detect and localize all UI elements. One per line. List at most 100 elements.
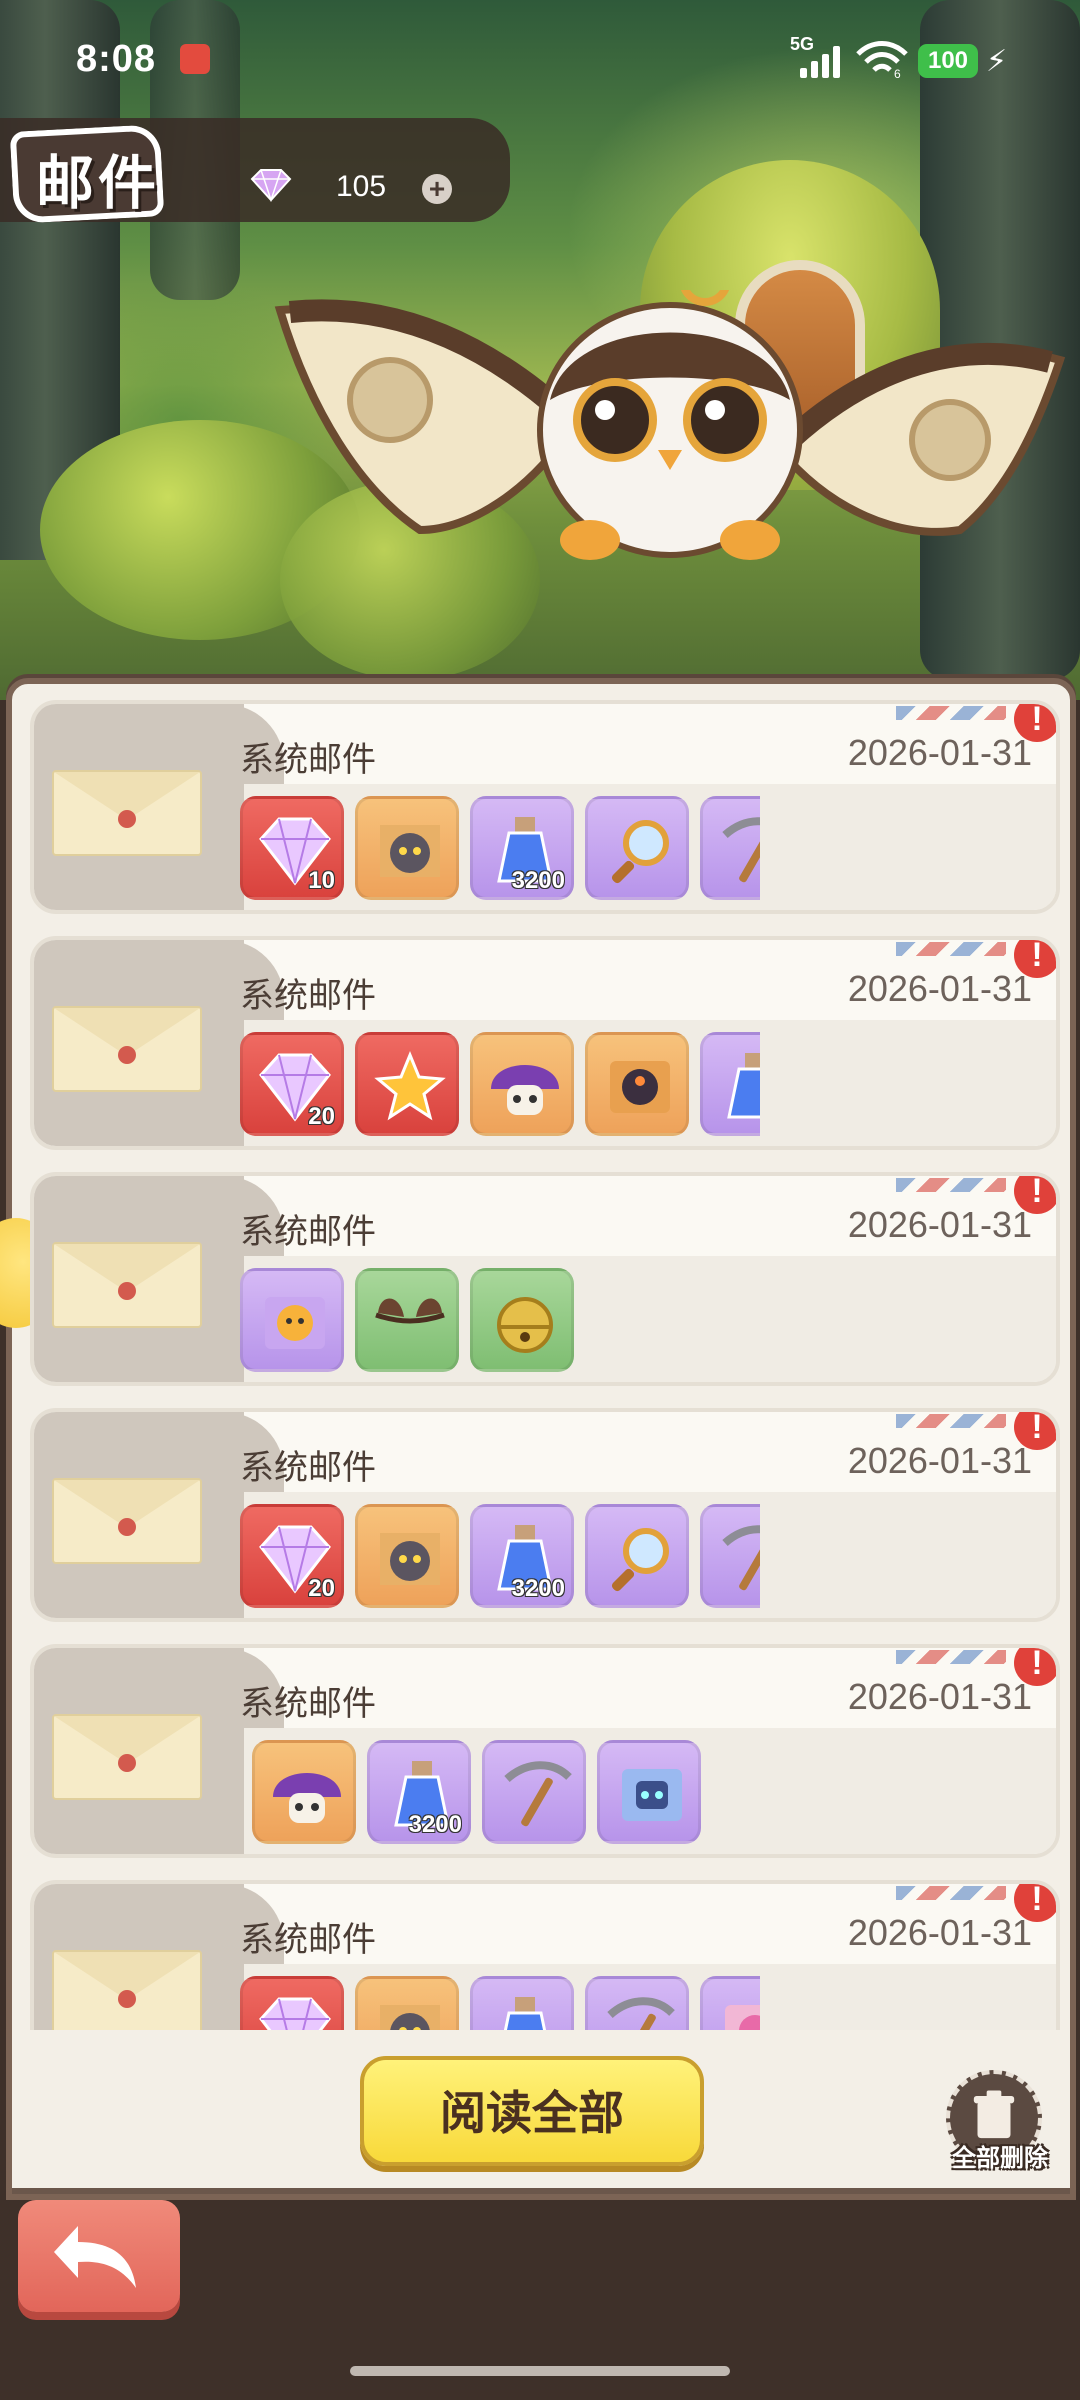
star-puzzle-icon: [374, 1051, 446, 1121]
mail-title: 系统邮件: [240, 1685, 376, 1723]
reward-item[interactable]: [585, 1504, 689, 1608]
pickaxe-icon: [504, 1761, 572, 1827]
reward-item[interactable]: [355, 1504, 459, 1608]
envelope-icon: [52, 1950, 202, 2030]
mail-card[interactable]: ! 系统邮件 2026-01-31: [30, 1880, 1060, 2030]
reward-item[interactable]: [470, 1976, 574, 2030]
reward-items: 20 3: [240, 1032, 760, 1142]
unread-alert-badge: !: [1014, 940, 1056, 978]
diamond-icon: [259, 1997, 331, 2030]
envelope-icon: [52, 1714, 202, 1800]
ears-icon: [375, 1298, 445, 1324]
unread-alert-badge: !: [1014, 1884, 1056, 1922]
mail-list[interactable]: ! 系统邮件 2026-01-31 10 3200 ! 系统邮件 2026-01-…: [30, 700, 1060, 2030]
mail-date: 2026-01-31: [847, 732, 1032, 773]
reward-items: 20 3200: [240, 1504, 760, 1614]
reward-items: [240, 1976, 760, 2030]
signal-bars-icon: [800, 46, 846, 78]
mail-card[interactable]: ! 系统邮件 2026-01-31 10 3200: [30, 700, 1060, 914]
reward-item[interactable]: [585, 1032, 689, 1136]
reward-quantity: 20: [308, 1575, 335, 1602]
mail-card[interactable]: ! 系统邮件 2026-01-31 3200: [30, 1644, 1060, 1858]
reward-item[interactable]: [252, 1740, 356, 1844]
airmail-stripes: [896, 706, 1006, 720]
reward-item[interactable]: [240, 1976, 344, 2030]
mail-title: 系统邮件: [240, 1449, 376, 1487]
reward-item[interactable]: [700, 796, 760, 900]
pickaxe-icon: [722, 817, 760, 883]
bell-icon: [497, 1297, 553, 1353]
mail-date: 2026-01-31: [847, 1912, 1032, 1953]
reward-item[interactable]: [585, 1976, 689, 2030]
delete-all-label: 全部删除: [952, 2145, 1048, 2172]
reward-item[interactable]: 3: [700, 1032, 760, 1136]
airmail-stripes: [896, 1650, 1006, 1664]
gesture-bar[interactable]: [350, 2366, 730, 2376]
mail-title: 系统邮件: [240, 1921, 376, 1959]
unread-alert-badge: !: [1014, 1176, 1056, 1214]
pickaxe-icon: [722, 1525, 760, 1591]
reward-items: 10 3200: [240, 796, 760, 906]
reward-item[interactable]: [355, 1268, 459, 1372]
mail-date: 2026-01-31: [847, 1676, 1032, 1717]
reward-item[interactable]: 3200: [470, 796, 574, 900]
add-gems-button[interactable]: +: [422, 174, 452, 204]
reward-item[interactable]: [700, 1976, 760, 2030]
mushroom-icon: [491, 1065, 559, 1115]
mail-card[interactable]: ! 系统邮件 2026-01-31: [30, 1172, 1060, 1386]
reward-item[interactable]: 3200: [367, 1740, 471, 1844]
reward-item[interactable]: [585, 796, 689, 900]
mail-title: 系统邮件: [240, 977, 376, 1015]
reward-item[interactable]: 20: [240, 1504, 344, 1608]
battery-indicator: 100: [918, 44, 978, 78]
airmail-stripes: [896, 1414, 1006, 1428]
potion-icon: [503, 1997, 547, 2030]
reward-items: [240, 1268, 760, 1378]
chick-puzzle-icon: [265, 1297, 325, 1349]
reward-quantity: 3200: [408, 1811, 462, 1838]
reward-item[interactable]: 10: [240, 796, 344, 900]
reward-item[interactable]: [700, 1504, 760, 1608]
read-all-button[interactable]: 阅读全部: [360, 2056, 704, 2166]
delete-all-button[interactable]: 全部删除: [940, 2070, 1050, 2180]
envelope-icon: [52, 1242, 202, 1328]
mail-date: 2026-01-31: [847, 1440, 1032, 1481]
charging-icon: ⚡: [986, 45, 1008, 78]
mail-date: 2026-01-31: [847, 968, 1032, 1009]
unread-alert-badge: !: [1014, 704, 1056, 742]
reward-item[interactable]: [597, 1740, 701, 1844]
mail-card[interactable]: ! 系统邮件 2026-01-31 20 3200: [30, 1408, 1060, 1622]
mushroom-icon: [273, 1773, 341, 1823]
reward-item[interactable]: [355, 796, 459, 900]
reward-item[interactable]: 3200: [470, 1504, 574, 1608]
owl-mascot-icon: [274, 290, 1066, 560]
reward-item[interactable]: [240, 1268, 344, 1372]
gem-count: 105: [336, 170, 387, 203]
status-time: 8:08: [76, 38, 157, 80]
cat-puzzle-icon: [380, 2005, 440, 2030]
unread-alert-badge: !: [1014, 1412, 1056, 1450]
mail-card[interactable]: ! 系统邮件 2026-01-31 20 3: [30, 936, 1060, 1150]
envelope-icon: [52, 1006, 202, 1092]
back-button[interactable]: [18, 2200, 180, 2312]
diamond-currency-icon: [250, 169, 292, 202]
reward-items: 3200: [240, 1740, 760, 1850]
cat-puzzle-icon: [380, 825, 440, 877]
mail-date: 2026-01-31: [847, 1204, 1032, 1245]
status-bar: 8:08 5G 6 100 ⚡: [0, 0, 1080, 120]
reward-quantity: 20: [308, 1103, 335, 1130]
magnifier-icon: [611, 1528, 669, 1592]
magnifier-icon: [611, 820, 669, 884]
app-notification-icon: [180, 44, 210, 74]
unread-alert-badge: !: [1014, 1648, 1056, 1686]
bird-puzzle-icon: [610, 1061, 670, 1113]
reward-quantity: 3200: [511, 867, 565, 894]
reward-item[interactable]: [355, 1976, 459, 2030]
reward-item[interactable]: [470, 1032, 574, 1136]
reward-item[interactable]: 20: [240, 1032, 344, 1136]
reward-item[interactable]: [482, 1740, 586, 1844]
potion-icon: [727, 1053, 760, 1119]
reward-item[interactable]: [355, 1032, 459, 1136]
reward-item[interactable]: [470, 1268, 574, 1372]
robot-puzzle-icon: [622, 1769, 682, 1821]
